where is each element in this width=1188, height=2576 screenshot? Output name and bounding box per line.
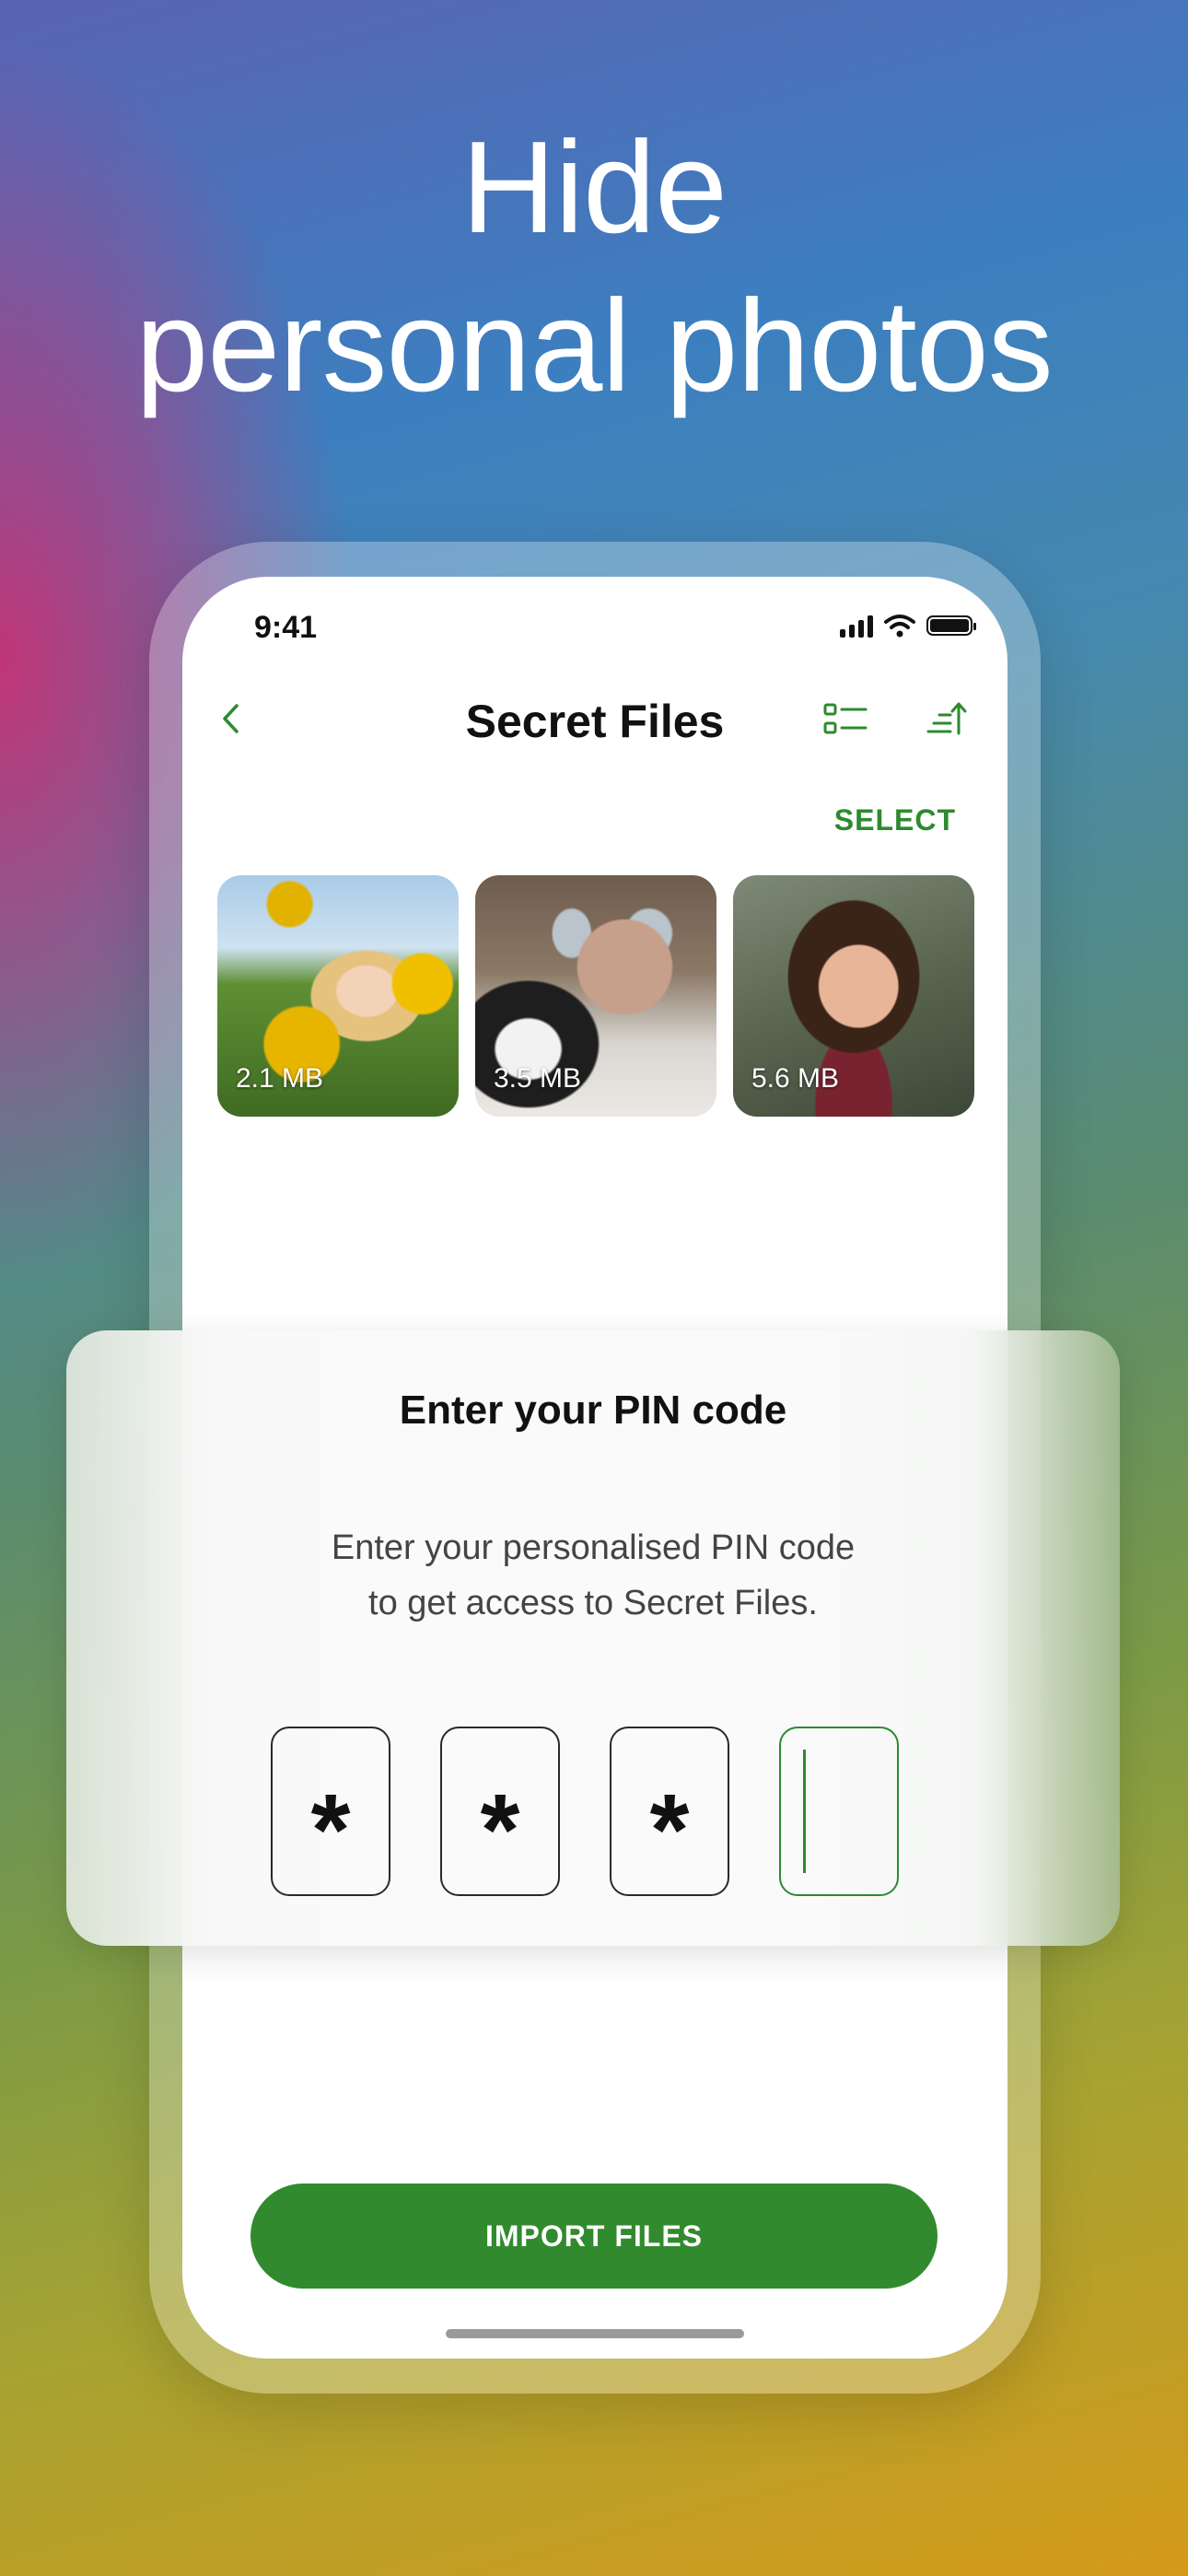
headline-line-1: Hide [460, 114, 728, 261]
status-icons [840, 614, 976, 638]
file-grid: 2.1 MB 3.5 MB 5.6 MB [217, 875, 974, 1117]
photo-thumbnail[interactable]: 3.5 MB [475, 875, 716, 1117]
pin-digit-box[interactable]: * [440, 1727, 560, 1896]
status-time: 9:41 [254, 610, 318, 645]
text-cursor [803, 1750, 806, 1873]
headline-line-2: personal photos [135, 273, 1054, 419]
list-view-icon[interactable] [823, 702, 869, 735]
photo-thumbnail[interactable]: 2.1 MB [217, 875, 459, 1117]
pin-digit-box-active[interactable] [779, 1727, 899, 1896]
pin-digit-box[interactable]: * [271, 1727, 390, 1896]
headline: Hide personal photos [0, 109, 1188, 426]
file-size-label: 2.1 MB [236, 1063, 324, 1094]
pin-input: * * * [271, 1727, 899, 1896]
battery-icon [926, 615, 976, 636]
pin-description: Enter your personalised PIN code to get … [66, 1520, 1120, 1631]
pin-title: Enter your PIN code [399, 1388, 787, 1433]
page-title: Secret Files [465, 696, 725, 747]
import-files-button[interactable]: IMPORT FILES [250, 2184, 938, 2289]
select-button[interactable]: SELECT [834, 803, 956, 837]
pin-description-line-2: to get access to Secret Files. [368, 1584, 818, 1622]
file-size-label: 3.5 MB [494, 1063, 582, 1094]
pin-dialog: Enter your PIN code Enter your personali… [66, 1330, 1120, 1946]
home-indicator [446, 2329, 744, 2338]
pin-digit-box[interactable]: * [610, 1727, 729, 1896]
wifi-icon [884, 615, 915, 638]
sort-icon[interactable] [925, 700, 967, 737]
photo-thumbnail[interactable]: 5.6 MB [733, 875, 974, 1117]
file-size-label: 5.6 MB [751, 1063, 840, 1094]
signal-icon [840, 614, 873, 638]
pin-description-line-1: Enter your personalised PIN code [331, 1528, 856, 1567]
